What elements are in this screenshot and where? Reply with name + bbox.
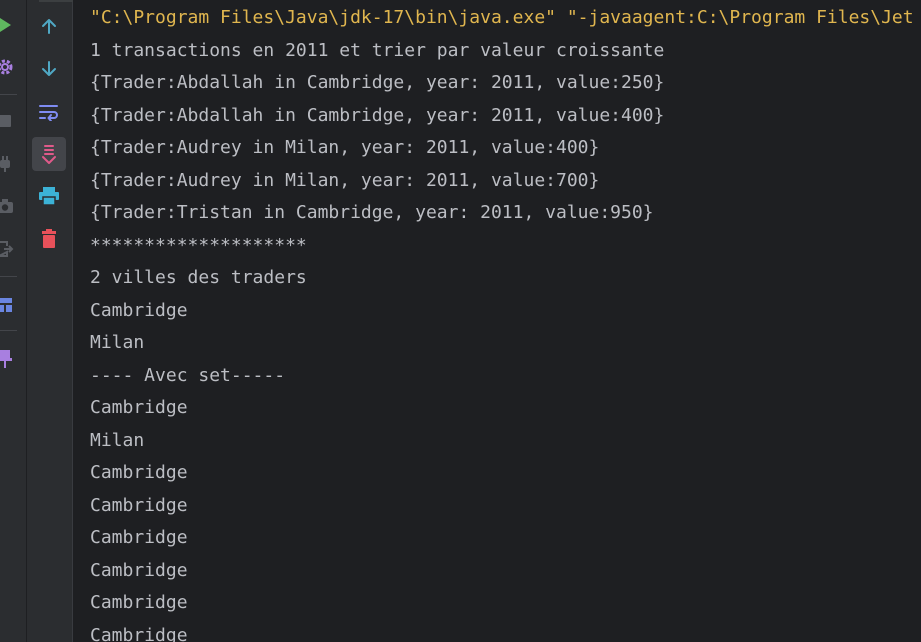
soft-wrap-button[interactable] [34,97,64,127]
plug-icon[interactable] [0,155,14,173]
toolbar-separator [0,330,17,331]
down-arrow-icon [42,61,56,76]
console-output-line: Cambridge [90,527,188,548]
toolbar-separator [0,276,17,277]
run-icon[interactable] [0,16,14,34]
console-output-line: Cambridge [90,462,188,483]
soft-wrap-icon [39,105,58,121]
console-output-line: Cambridge [90,397,188,418]
console-command-line: "C:\Program Files\Java\jdk-17\bin\java.e… [90,7,914,28]
up-arrow-button[interactable] [34,11,64,41]
console-output-line: ******************** [90,234,307,256]
run-tool-strip [0,0,27,642]
toolbar-separator [0,94,17,95]
console-output-line: Cambridge [90,299,188,321]
console-output-line: Cambridge [90,494,188,516]
console-output-line: Cambridge [90,559,188,581]
up-arrow-icon [42,19,56,34]
console-output-line: {Trader:Audrey in Milan, year: 2011, val… [90,169,600,191]
console-output-line: Cambridge [90,592,188,613]
down-arrow-button[interactable] [34,54,64,84]
camera-icon[interactable] [0,197,14,215]
scroll-to-end-icon [42,145,56,164]
clear-all-button[interactable] [34,224,64,254]
console-output-line: {Trader:Tristan in Cambridge, year: 2011… [90,202,654,223]
layout-icon[interactable] [0,296,14,314]
console-output-line: {Trader:Audrey in Milan, year: 2011, val… [90,137,600,158]
pin-icon[interactable] [0,350,14,368]
console-output-line: ---- Avec set----- [90,364,286,386]
console-output-line: 2 villes des traders [90,267,307,288]
console-output-line: {Trader:Abdallah in Cambridge, year: 201… [90,72,665,93]
exit-icon[interactable] [0,240,14,258]
console-output-line: Milan [90,429,145,451]
ide-run-window: "C:\Program Files\Java\jdk-17\bin\java.e… [0,0,921,642]
trash-icon [42,229,56,248]
console-output[interactable]: "C:\Program Files\Java\jdk-17\bin\java.e… [73,0,921,642]
print-icon [39,187,59,206]
console-output-line: Milan [90,332,145,353]
scroll-to-end-button[interactable] [32,137,66,171]
console-toolbar [27,0,79,642]
stop-icon[interactable] [0,112,14,130]
console-output-line: 1 transactions en 2011 et trier par vale… [90,39,665,61]
console-output-line: {Trader:Abdallah in Cambridge, year: 201… [90,104,665,126]
settings-icon[interactable] [0,58,14,76]
print-button[interactable] [34,181,64,211]
console-output-line: Cambridge [90,624,188,642]
